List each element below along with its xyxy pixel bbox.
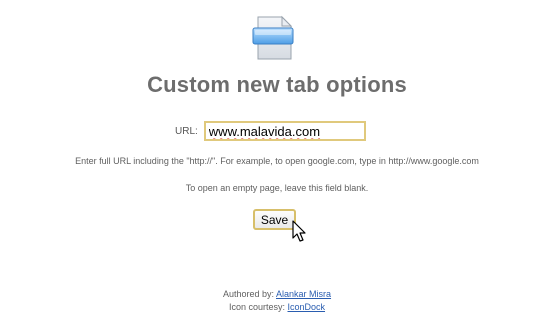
save-button[interactable]: Save (253, 209, 296, 230)
url-row: URL: (175, 119, 366, 143)
help-text: Enter full URL including the "http://". … (75, 156, 479, 166)
new-tab-page-icon (252, 15, 294, 60)
options-page: Custom new tab options URL: Enter full U… (0, 0, 554, 330)
icon-courtesy-label: Icon courtesy: (228, 302, 285, 312)
author-credit: Authored by: Alankar Misra (0, 289, 554, 299)
url-label: URL: (175, 125, 198, 137)
blank-hint-text: To open an empty page, leave this field … (185, 183, 369, 193)
author-link[interactable]: Alankar Misra (276, 289, 331, 299)
mouse-pointer-icon (292, 220, 306, 242)
icondock-link[interactable]: IconDock (288, 302, 326, 312)
authored-label: Authored by: (222, 289, 274, 299)
page-title: Custom new tab options (147, 72, 407, 97)
icon-credit: Icon courtesy: IconDock (0, 302, 554, 312)
url-input[interactable] (203, 121, 366, 141)
